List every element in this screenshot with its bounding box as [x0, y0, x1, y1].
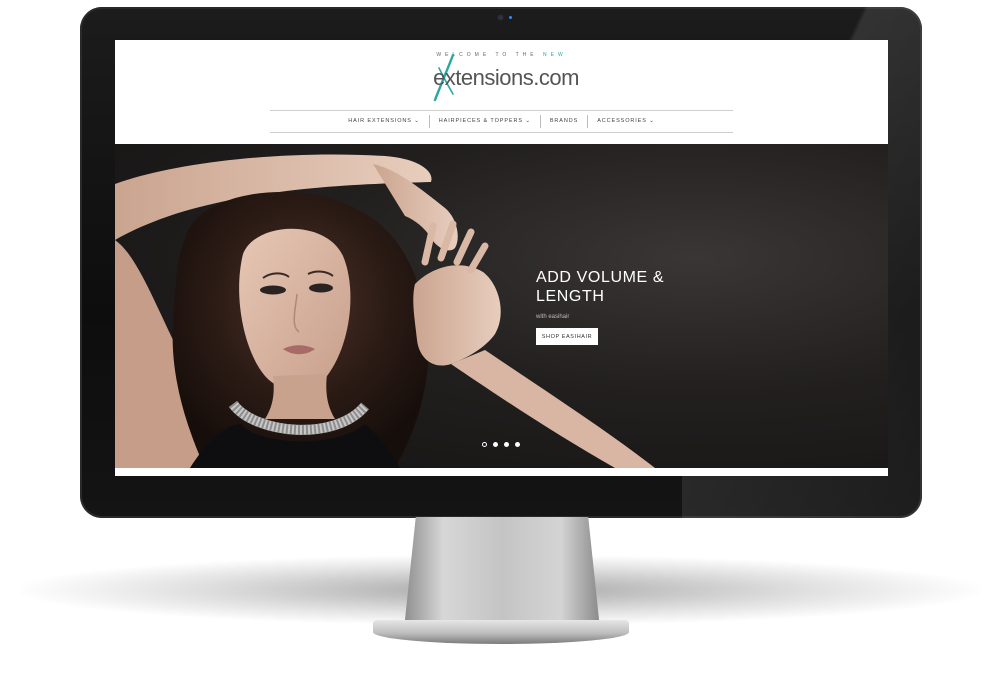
camera-icon — [498, 15, 503, 20]
monitor-stand-base — [373, 620, 629, 644]
slider-dot-2[interactable] — [493, 442, 498, 447]
hero-subtext: with easihair — [536, 314, 570, 320]
site-logo[interactable]: extensions.com — [431, 54, 581, 102]
hero-slider: ADD VOLUME & LENGTH with easihair SHOP E… — [115, 144, 888, 468]
nav-bottom-divider — [270, 132, 733, 133]
tagline: WELCOME TO THE NEW — [115, 52, 888, 58]
nav-item-accessories[interactable]: ACCESSORIES ⌄ — [588, 115, 664, 128]
hero-caption: ADD VOLUME & LENGTH with easihair SHOP E… — [536, 268, 716, 345]
slider-dot-1[interactable] — [482, 442, 487, 447]
shop-easihair-button[interactable]: SHOP EASIHAIR — [536, 328, 598, 345]
nav-item-hairpieces-toppers[interactable]: HAIRPIECES & TOPPERS ⌄ — [430, 115, 540, 128]
slider-dot-3[interactable] — [504, 442, 509, 447]
website-screen: WELCOME TO THE NEW extensions.com HAIR E… — [115, 40, 888, 476]
tagline-accent: NEW — [543, 52, 567, 58]
logo-wordmark: extensions.com — [433, 65, 579, 90]
monitor-stand — [404, 517, 600, 629]
hero-model-photo — [115, 154, 655, 468]
site-header: WELCOME TO THE NEW extensions.com HAIR E… — [115, 40, 888, 144]
main-nav: HAIR EXTENSIONS ⌄ HAIRPIECES & TOPPERS ⌄… — [270, 111, 733, 131]
nav-item-brands[interactable]: BRANDS — [541, 115, 587, 128]
slider-pagination — [482, 442, 520, 447]
screen-bottom-strip — [115, 468, 888, 476]
nav-item-hair-extensions[interactable]: HAIR EXTENSIONS ⌄ — [339, 115, 429, 128]
hero-heading: ADD VOLUME & LENGTH — [536, 269, 665, 305]
slider-dot-4[interactable] — [515, 442, 520, 447]
camera-led-icon — [509, 16, 512, 19]
